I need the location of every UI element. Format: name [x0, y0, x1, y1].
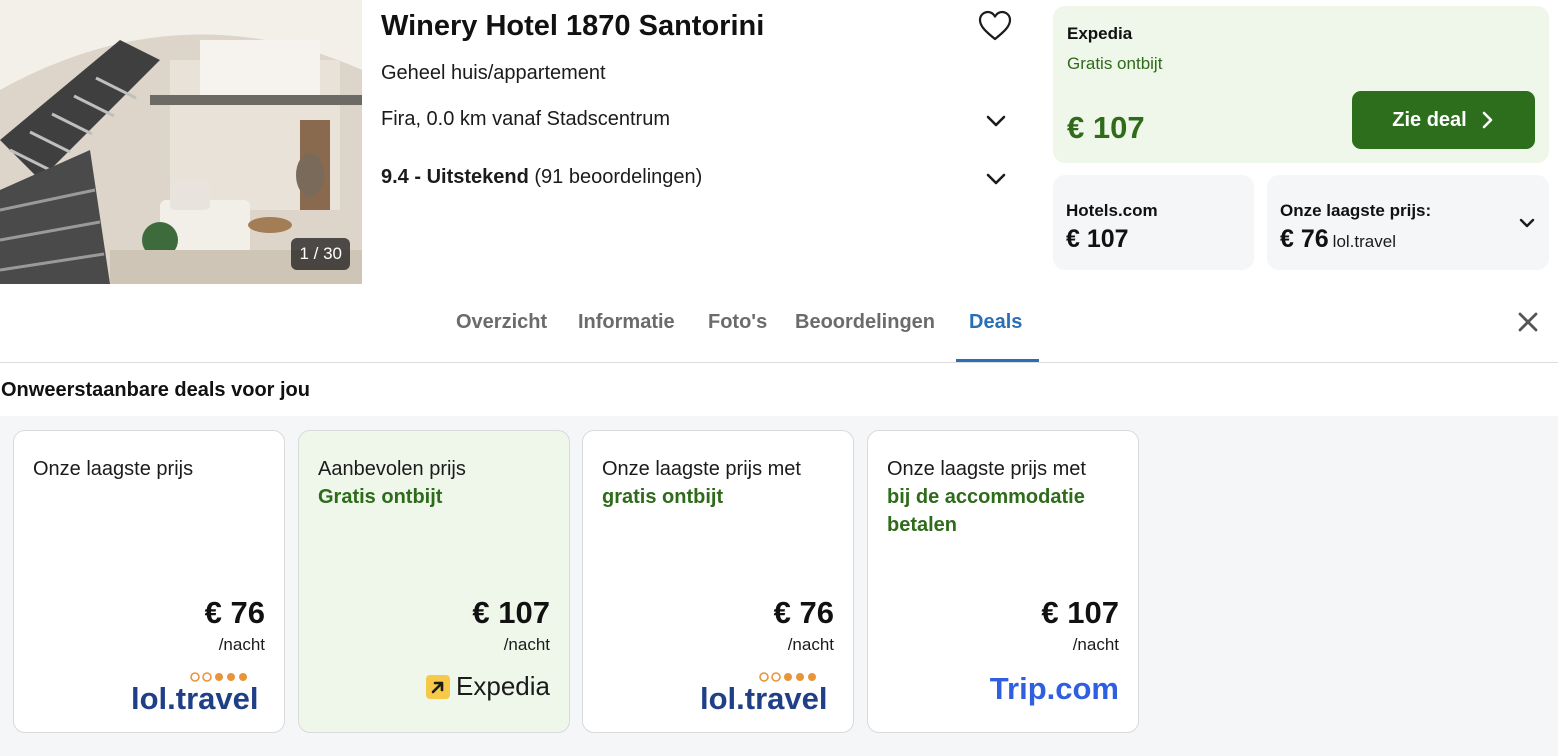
deal-card-label-text: Aanbevolen prijs: [318, 458, 466, 480]
deal-card-recommended[interactable]: Aanbevolen prijs Gratis ontbijt € 107 /n…: [298, 430, 570, 733]
location-text: Fira, 0.0 km vanaf Stadscentrum: [381, 108, 671, 130]
deal-card-price: € 76: [204, 595, 265, 630]
deal-card-price: € 107: [472, 595, 550, 630]
favorite-button[interactable]: [977, 8, 1013, 44]
alt-deal-provider: Onze laagste prijs:: [1280, 201, 1432, 220]
lol-travel-logo: lol.travel: [131, 671, 265, 716]
close-icon: [1518, 312, 1538, 332]
deal-card-per-night: /nacht: [1072, 635, 1119, 654]
hotel-title[interactable]: Winery Hotel 1870 Santorini: [381, 10, 764, 43]
location-expand-button[interactable]: [981, 106, 1011, 136]
hotel-photo[interactable]: 1 / 30: [0, 0, 362, 284]
hotel-info: Winery Hotel 1870 Santorini Geheel huis/…: [381, 0, 1021, 284]
deal-card-per-night: /nacht: [218, 635, 265, 654]
deal-card-perk: gratis ontbijt: [602, 486, 724, 508]
rating-review-count: (91 beoordelingen): [534, 166, 703, 188]
deal-card[interactable]: Onze laagste prijs € 76 /nacht lol.trave…: [13, 430, 285, 733]
deal-card-price: € 76: [773, 595, 834, 630]
rating-score: 9.4 - Uitstekend: [381, 166, 529, 188]
top-deal-panel[interactable]: Expedia Gratis ontbijt € 107 Zie deal: [1053, 6, 1549, 163]
deal-card-label: Onze laagste prijs met gratis ontbijt: [602, 455, 842, 511]
deals-section-title: Onweerstaanbare deals voor jou: [1, 379, 310, 401]
lol-travel-logo: lol.travel: [700, 671, 834, 716]
deal-card-label: Onze laagste prijs met bij de accommodat…: [887, 455, 1127, 539]
alt-deal-source: lol.travel: [1332, 232, 1396, 251]
deal-card-per-night: /nacht: [787, 635, 834, 654]
top-deal-provider: Expedia: [1067, 24, 1133, 43]
photo-counter: 1 / 30: [291, 238, 350, 270]
property-type: Geheel huis/appartement: [381, 62, 606, 84]
tab-fotos[interactable]: Foto's: [708, 311, 767, 334]
deal-card-label: Onze laagste prijs: [33, 455, 273, 483]
deal-card-label-text: Onze laagste prijs: [33, 458, 194, 480]
deal-card-perk: Gratis ontbijt: [318, 486, 443, 508]
lol-travel-wordmark: lol.travel: [131, 681, 259, 715]
tab-deals[interactable]: Deals: [969, 311, 1022, 334]
detail-tabs: Overzicht Informatie Foto's Beoordelinge…: [0, 285, 1558, 363]
tab-informatie[interactable]: Informatie: [578, 311, 675, 334]
deal-card-perk: bij de accommodatie betalen: [887, 486, 1085, 536]
trip-com-logo: Trip.com: [990, 671, 1119, 711]
expedia-wordmark: Expedia: [456, 671, 550, 701]
close-button[interactable]: [1515, 309, 1541, 335]
chevron-down-icon: [986, 115, 1006, 127]
top-deal-price: € 107: [1067, 110, 1145, 145]
chevron-right-icon: [1482, 111, 1493, 129]
alt-deal-price: € 76: [1280, 225, 1329, 253]
deal-card[interactable]: Onze laagste prijs met gratis ontbijt € …: [582, 430, 854, 733]
chevron-down-icon: [986, 173, 1006, 185]
expedia-logo: Expedia: [426, 671, 550, 711]
deal-card-label: Aanbevolen prijs Gratis ontbijt: [318, 455, 558, 511]
tab-overzicht[interactable]: Overzicht: [456, 311, 547, 334]
active-tab-indicator: [956, 359, 1039, 362]
alt-deal-price: € 107: [1066, 225, 1129, 253]
tab-beoordelingen[interactable]: Beoordelingen: [795, 311, 935, 334]
lol-travel-wordmark: lol.travel: [700, 681, 828, 715]
alt-deal-provider: Hotels.com: [1066, 201, 1158, 220]
deal-card-price: € 107: [1041, 595, 1119, 630]
top-deal-perk: Gratis ontbijt: [1067, 54, 1163, 73]
alt-deal-lowest-price[interactable]: Onze laagste prijs: € 76 lol.travel: [1267, 175, 1549, 270]
trip-com-wordmark: Trip.com: [989, 671, 1119, 706]
alt-deal-hotels-com[interactable]: Hotels.com € 107: [1053, 175, 1254, 270]
deal-card[interactable]: Onze laagste prijs met bij de accommodat…: [867, 430, 1139, 733]
chevron-down-icon: [1519, 218, 1535, 228]
deal-card-label-text: Onze laagste prijs met: [887, 458, 1086, 480]
deal-card-per-night: /nacht: [503, 635, 550, 654]
view-deal-button[interactable]: Zie deal: [1352, 91, 1535, 149]
heart-icon: [978, 10, 1012, 41]
view-deal-label: Zie deal: [1392, 108, 1467, 131]
deal-card-label-text: Onze laagste prijs met: [602, 458, 801, 480]
more-deals-expand-button[interactable]: [1513, 209, 1541, 237]
expedia-logo-icon: [426, 674, 451, 699]
rating-expand-button[interactable]: [981, 164, 1011, 194]
alt-deal-price-row: € 76 lol.travel: [1280, 225, 1396, 254]
rating-summary: 9.4 - Uitstekend (91 beoordelingen): [381, 166, 702, 189]
